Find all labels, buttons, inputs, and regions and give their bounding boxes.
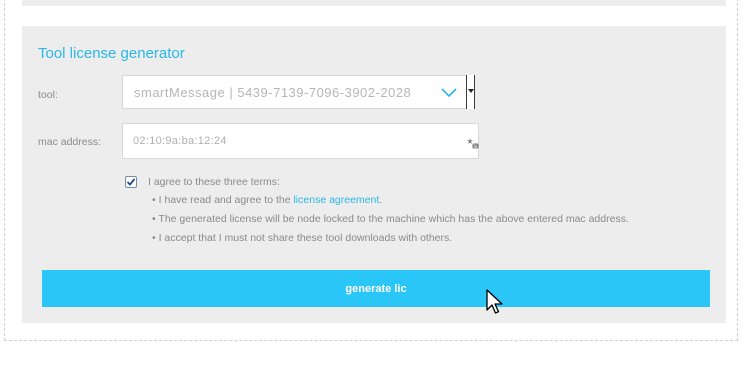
panel-title: Tool license generator [38, 45, 185, 62]
dropdown-arrow-icon [468, 89, 474, 93]
mac-address-field[interactable]: 02:10:9a:ba:12:24 [122, 123, 479, 159]
previous-panel [22, 0, 726, 6]
license-agreement-link[interactable]: license agreement [293, 194, 379, 206]
generate-lic-button[interactable]: generate lic [42, 270, 710, 307]
page-container: Tool license generator tool: smartMessag… [4, 0, 738, 341]
agree-label: I agree to these three terms: [148, 176, 280, 188]
term-1: • I have read and agree to the license a… [152, 194, 382, 206]
cursor-icon [486, 289, 503, 314]
keyboard-icon[interactable] [467, 137, 479, 149]
term-1-bullet: • [152, 194, 156, 206]
tool-label: tool: [38, 89, 58, 101]
term-3: • I accept that I must not share these t… [152, 232, 453, 244]
tool-select-value: smartMessage | 5439-7139-7096-3902-2028 [134, 85, 412, 100]
mac-address-label: mac address: [38, 136, 102, 148]
term-1-suffix: . [379, 194, 383, 206]
license-generator-panel: Tool license generator tool: smartMessag… [22, 26, 726, 323]
tool-select[interactable]: smartMessage | 5439-7139-7096-3902-2028 [122, 75, 475, 109]
mac-address-value: 02:10:9a:ba:12:24 [133, 135, 227, 147]
chevron-down-icon [441, 88, 457, 98]
agree-checkbox[interactable] [125, 176, 137, 188]
term-1-prefix: I have read and agree to the [158, 194, 294, 206]
select-dropdown-handle[interactable] [466, 75, 475, 109]
term-2: • The generated license will be node loc… [152, 213, 629, 225]
